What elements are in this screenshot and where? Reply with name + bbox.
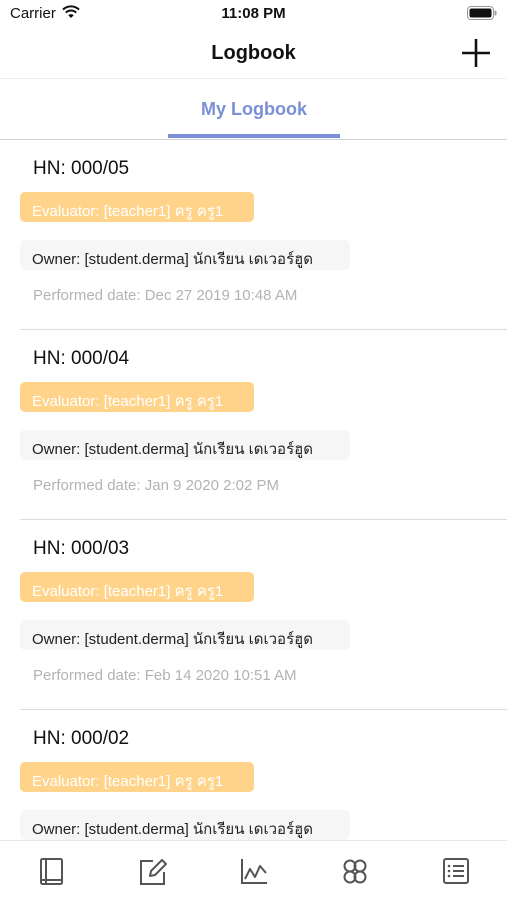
tab-active-indicator bbox=[168, 134, 340, 138]
owner-text: Owner: [student.derma] นักเรียน เดเวอร์ฮ… bbox=[32, 821, 314, 838]
evaluator-text: Evaluator: [teacher1] ครู ครู1 bbox=[32, 203, 224, 220]
group-icon-glyph bbox=[343, 859, 367, 884]
hn-label: HN: 000/02 bbox=[33, 728, 130, 749]
tab-label: My Logbook bbox=[201, 99, 307, 119]
evaluator-badge: Evaluator: [teacher1] ครู ครู1 bbox=[20, 382, 254, 412]
list-icon[interactable] bbox=[436, 851, 476, 891]
owner-badge: Owner: [student.derma] นักเรียน เดเวอร์ฮ… bbox=[20, 620, 350, 650]
logbook-list[interactable]: HN: 000/05 Evaluator: [teacher1] ครู ครู… bbox=[0, 140, 507, 840]
owner-badge: Owner: [student.derma] นักเรียน เดเวอร์ฮ… bbox=[20, 810, 350, 840]
tab-my-logbook[interactable]: My Logbook bbox=[168, 79, 340, 140]
evaluator-text: Evaluator: [teacher1] ครู ครู1 bbox=[32, 773, 224, 790]
chart-icon[interactable] bbox=[234, 851, 274, 891]
evaluator-text: Evaluator: [teacher1] ครู ครู1 bbox=[32, 583, 224, 600]
book-icon-glyph bbox=[40, 858, 63, 885]
owner-badge: Owner: [student.derma] นักเรียน เดเวอร์ฮ… bbox=[20, 240, 350, 270]
performed-date: Performed date: Feb 14 2020 10:51 AM bbox=[33, 667, 297, 684]
logbook-entry[interactable]: HN: 000/02 Evaluator: [teacher1] ครู ครู… bbox=[0, 710, 507, 840]
status-bar: Carrier 11:08 PM bbox=[0, 0, 507, 28]
evaluator-badge: Evaluator: [teacher1] ครู ครู1 bbox=[20, 192, 254, 222]
group-icon[interactable] bbox=[335, 851, 375, 891]
evaluator-badge: Evaluator: [teacher1] ครู ครู1 bbox=[20, 572, 254, 602]
battery-icon bbox=[467, 6, 497, 20]
owner-text: Owner: [student.derma] นักเรียน เดเวอร์ฮ… bbox=[32, 441, 314, 458]
evaluator-badge: Evaluator: [teacher1] ครู ครู1 bbox=[20, 762, 254, 792]
nav-bar: Logbook bbox=[0, 28, 507, 78]
page-title: Logbook bbox=[211, 42, 296, 64]
hn-label: HN: 000/03 bbox=[33, 538, 130, 559]
logbook-entry[interactable]: HN: 000/03 Evaluator: [teacher1] ครู ครู… bbox=[0, 520, 507, 710]
edit-icon[interactable] bbox=[133, 851, 173, 891]
owner-badge: Owner: [student.derma] นักเรียน เดเวอร์ฮ… bbox=[20, 430, 350, 460]
owner-text: Owner: [student.derma] นักเรียน เดเวอร์ฮ… bbox=[32, 631, 314, 648]
book-icon[interactable] bbox=[32, 851, 72, 891]
performed-date: Performed date: Dec 27 2019 10:48 AM bbox=[33, 287, 298, 304]
logbook-entry[interactable]: HN: 000/05 Evaluator: [teacher1] ครู ครู… bbox=[0, 140, 507, 330]
evaluator-text: Evaluator: [teacher1] ครู ครู1 bbox=[32, 393, 224, 410]
segment-tabs: My Logbook bbox=[0, 79, 507, 140]
owner-text: Owner: [student.derma] นักเรียน เดเวอร์ฮ… bbox=[32, 251, 314, 268]
edit-icon-glyph bbox=[140, 859, 167, 885]
list-icon-glyph bbox=[443, 858, 469, 884]
hn-label: HN: 000/04 bbox=[33, 348, 130, 369]
logbook-entry[interactable]: HN: 000/04 Evaluator: [teacher1] ครู ครู… bbox=[0, 330, 507, 520]
status-time: 11:08 PM bbox=[221, 5, 286, 22]
hn-label: HN: 000/05 bbox=[33, 158, 130, 179]
bottom-tab-bar bbox=[0, 840, 507, 901]
chart-icon-glyph bbox=[241, 859, 267, 884]
performed-date: Performed date: Jan 9 2020 2:02 PM bbox=[33, 477, 279, 494]
add-icon[interactable] bbox=[459, 36, 493, 70]
